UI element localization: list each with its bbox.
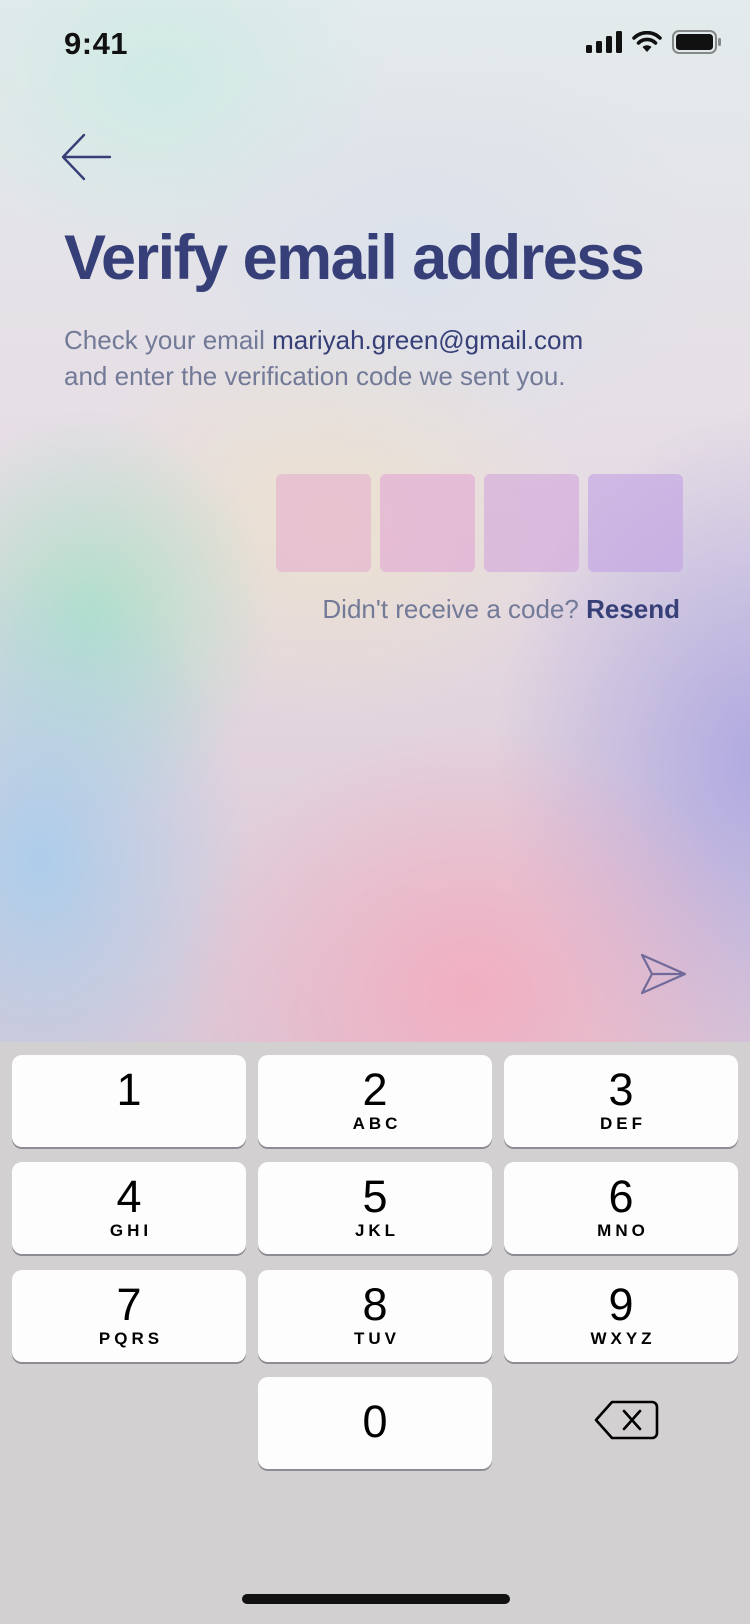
resend-row: Didn't receive a code? Resend (322, 594, 680, 625)
arrow-left-icon (61, 133, 112, 181)
key-5[interactable]: 5 JKL (258, 1162, 492, 1254)
key-letters: TUV (354, 1329, 400, 1348)
home-indicator[interactable] (242, 1594, 510, 1604)
key-letters: GHI (109, 1221, 153, 1240)
key-letters: DEF (600, 1114, 646, 1133)
status-icons (586, 30, 722, 54)
key-digit: 3 (608, 1064, 634, 1115)
key-digit: 4 (116, 1171, 142, 1222)
key-digit: 2 (362, 1064, 388, 1115)
key-digit: 7 (116, 1279, 142, 1330)
key-letters: WXYZ (590, 1329, 656, 1348)
email-address: mariyah.green@gmail.com (272, 325, 584, 355)
key-1[interactable]: 1 (12, 1055, 246, 1147)
key-9[interactable]: 9 WXYZ (504, 1270, 738, 1362)
resend-prompt: Didn't receive a code? (322, 594, 579, 624)
code-digit-box-3[interactable] (484, 474, 579, 572)
key-digit: 8 (362, 1279, 388, 1330)
code-digit-box-1[interactable] (276, 474, 371, 572)
status-time: 9:41 (64, 26, 129, 61)
backspace-icon (594, 1400, 659, 1440)
delete-key[interactable] (592, 1393, 664, 1447)
battery-icon (672, 30, 721, 54)
key-8[interactable]: 8 TUV (258, 1270, 492, 1362)
key-3[interactable]: 3 DEF (504, 1055, 738, 1147)
back-button[interactable] (60, 130, 114, 184)
key-letters: ABC (352, 1114, 402, 1133)
instructions-text: Check your email mariyah.green@gmail.com… (64, 322, 704, 394)
key-digit: 5 (362, 1171, 388, 1222)
key-2[interactable]: 2 ABC (258, 1055, 492, 1147)
code-digit-box-2[interactable] (380, 474, 475, 572)
verification-screen: 9:41 Verify email address Check your ema… (0, 0, 750, 1042)
key-0[interactable]: 0 (258, 1377, 492, 1469)
instructions-prefix: Check your email (64, 325, 273, 355)
key-4[interactable]: 4 GHI (12, 1162, 246, 1254)
verification-code-input (276, 474, 683, 572)
resend-link[interactable]: Resend (586, 594, 680, 624)
key-letters: MNO (597, 1221, 649, 1240)
code-digit-box-4[interactable] (588, 474, 683, 572)
signal-icon (586, 31, 622, 53)
page-title: Verify email address (64, 223, 645, 293)
send-button[interactable] (640, 952, 688, 996)
key-7[interactable]: 7 PQRS (12, 1270, 246, 1362)
key-letters: JKL (354, 1221, 400, 1240)
wifi-icon (632, 31, 662, 52)
instructions-suffix: and enter the verification code we sent … (64, 361, 566, 391)
key-6[interactable]: 6 MNO (504, 1162, 738, 1254)
send-icon (640, 953, 687, 995)
key-digit: 0 (362, 1396, 388, 1447)
key-digit: 9 (608, 1279, 634, 1330)
key-letters: PQRS (98, 1329, 164, 1348)
key-digit: 1 (116, 1064, 142, 1115)
key-digit: 6 (608, 1171, 634, 1222)
